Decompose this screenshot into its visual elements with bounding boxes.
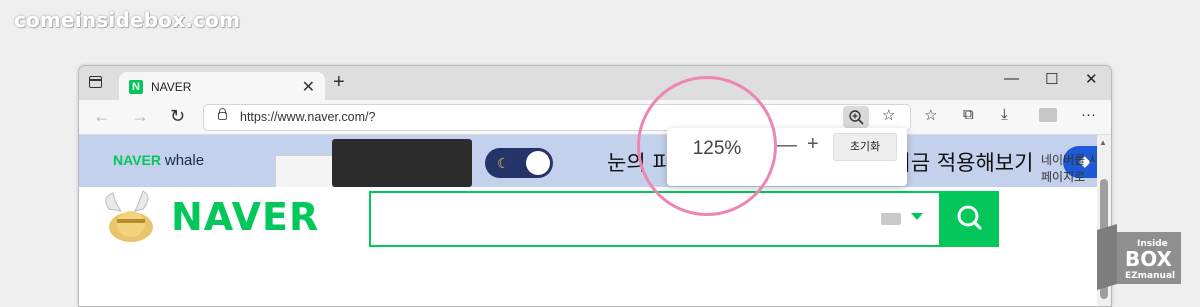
close-window-button[interactable]: ✕ [1085, 70, 1098, 88]
tab-naver[interactable]: N NAVER ✕ [119, 72, 325, 101]
zoom-popup: 125% — + 초기화 [667, 128, 907, 186]
browser-toolbar: ← → ↻ https://www.naver.com/? [79, 100, 1111, 135]
add-favorite-icon[interactable]: ☆ [882, 106, 895, 124]
zoom-button[interactable] [843, 106, 869, 128]
tab-close-icon[interactable]: ✕ [302, 77, 315, 97]
badge-box: BOX [1125, 247, 1173, 271]
profile-avatar[interactable] [1039, 108, 1057, 122]
naver-favicon-icon: N [129, 80, 143, 94]
minimize-button[interactable]: — [1004, 70, 1019, 87]
naver-logo[interactable]: NAVER [171, 195, 319, 239]
badge-ezmanual: EZmanual [1125, 271, 1175, 281]
refresh-button[interactable]: ↻ [170, 106, 185, 127]
search-button[interactable] [939, 191, 999, 247]
naver-whale-logo: NAVER whale [113, 152, 204, 169]
downloads-icon[interactable]: ⤓ [1001, 106, 1008, 123]
moon-icon: ☾ [497, 155, 510, 171]
more-menu-icon[interactable]: ··· [1081, 106, 1096, 123]
page-content: NAVER whale ☾ 눈의 피로를 덜어주는 다크모드, 지금 적용해보기… [79, 135, 1111, 306]
favorites-icon[interactable]: ☆ [924, 106, 937, 124]
naver-helmet-icon [105, 190, 153, 242]
lock-icon[interactable] [218, 108, 227, 120]
zoom-in-button[interactable]: + [807, 133, 819, 156]
search-input[interactable] [369, 191, 939, 247]
search-icon [957, 205, 982, 230]
collections-icon[interactable]: ⧉ [963, 106, 974, 123]
address-url[interactable]: https://www.naver.com/? [240, 110, 375, 124]
zoom-level: 125% [692, 138, 742, 159]
tab-bar: N NAVER ✕ + — ☐ ✕ [79, 66, 1111, 101]
tab-actions-icon[interactable] [89, 76, 102, 88]
insidebox-logo: Inside BOX EZmanual [1097, 224, 1181, 290]
chevron-down-icon[interactable] [911, 213, 923, 220]
dark-mode-toggle: ☾ [485, 148, 553, 178]
scroll-up-icon[interactable]: ▲ [1099, 138, 1107, 147]
zoom-out-button[interactable]: — [777, 134, 797, 157]
forward-button[interactable]: → [131, 106, 149, 127]
back-button[interactable]: ← [93, 106, 111, 127]
tab-title: NAVER [151, 80, 192, 94]
address-bar[interactable]: https://www.naver.com/? [203, 104, 911, 131]
whale-logo-naver: NAVER [113, 152, 161, 168]
whale-banner[interactable]: NAVER whale ☾ 눈의 피로를 덜어주는 다크모드, 지금 적용해보기… [79, 135, 1097, 187]
maximize-button[interactable]: ☐ [1045, 70, 1058, 88]
keyboard-icon[interactable] [881, 213, 901, 225]
site-watermark: comeinsidebox.com [14, 8, 241, 32]
dark-mode-thumbnail [332, 139, 472, 187]
whale-logo-whale: whale [164, 152, 205, 169]
new-tab-button[interactable]: + [333, 71, 345, 94]
zoom-in-icon [849, 110, 864, 125]
light-mode-thumbnail [275, 155, 339, 187]
browser-window: N NAVER ✕ + — ☐ ✕ ← → ↻ https://www.nave… [78, 65, 1112, 307]
zoom-reset-button[interactable]: 초기화 [833, 133, 897, 161]
toggle-knob [526, 151, 550, 175]
